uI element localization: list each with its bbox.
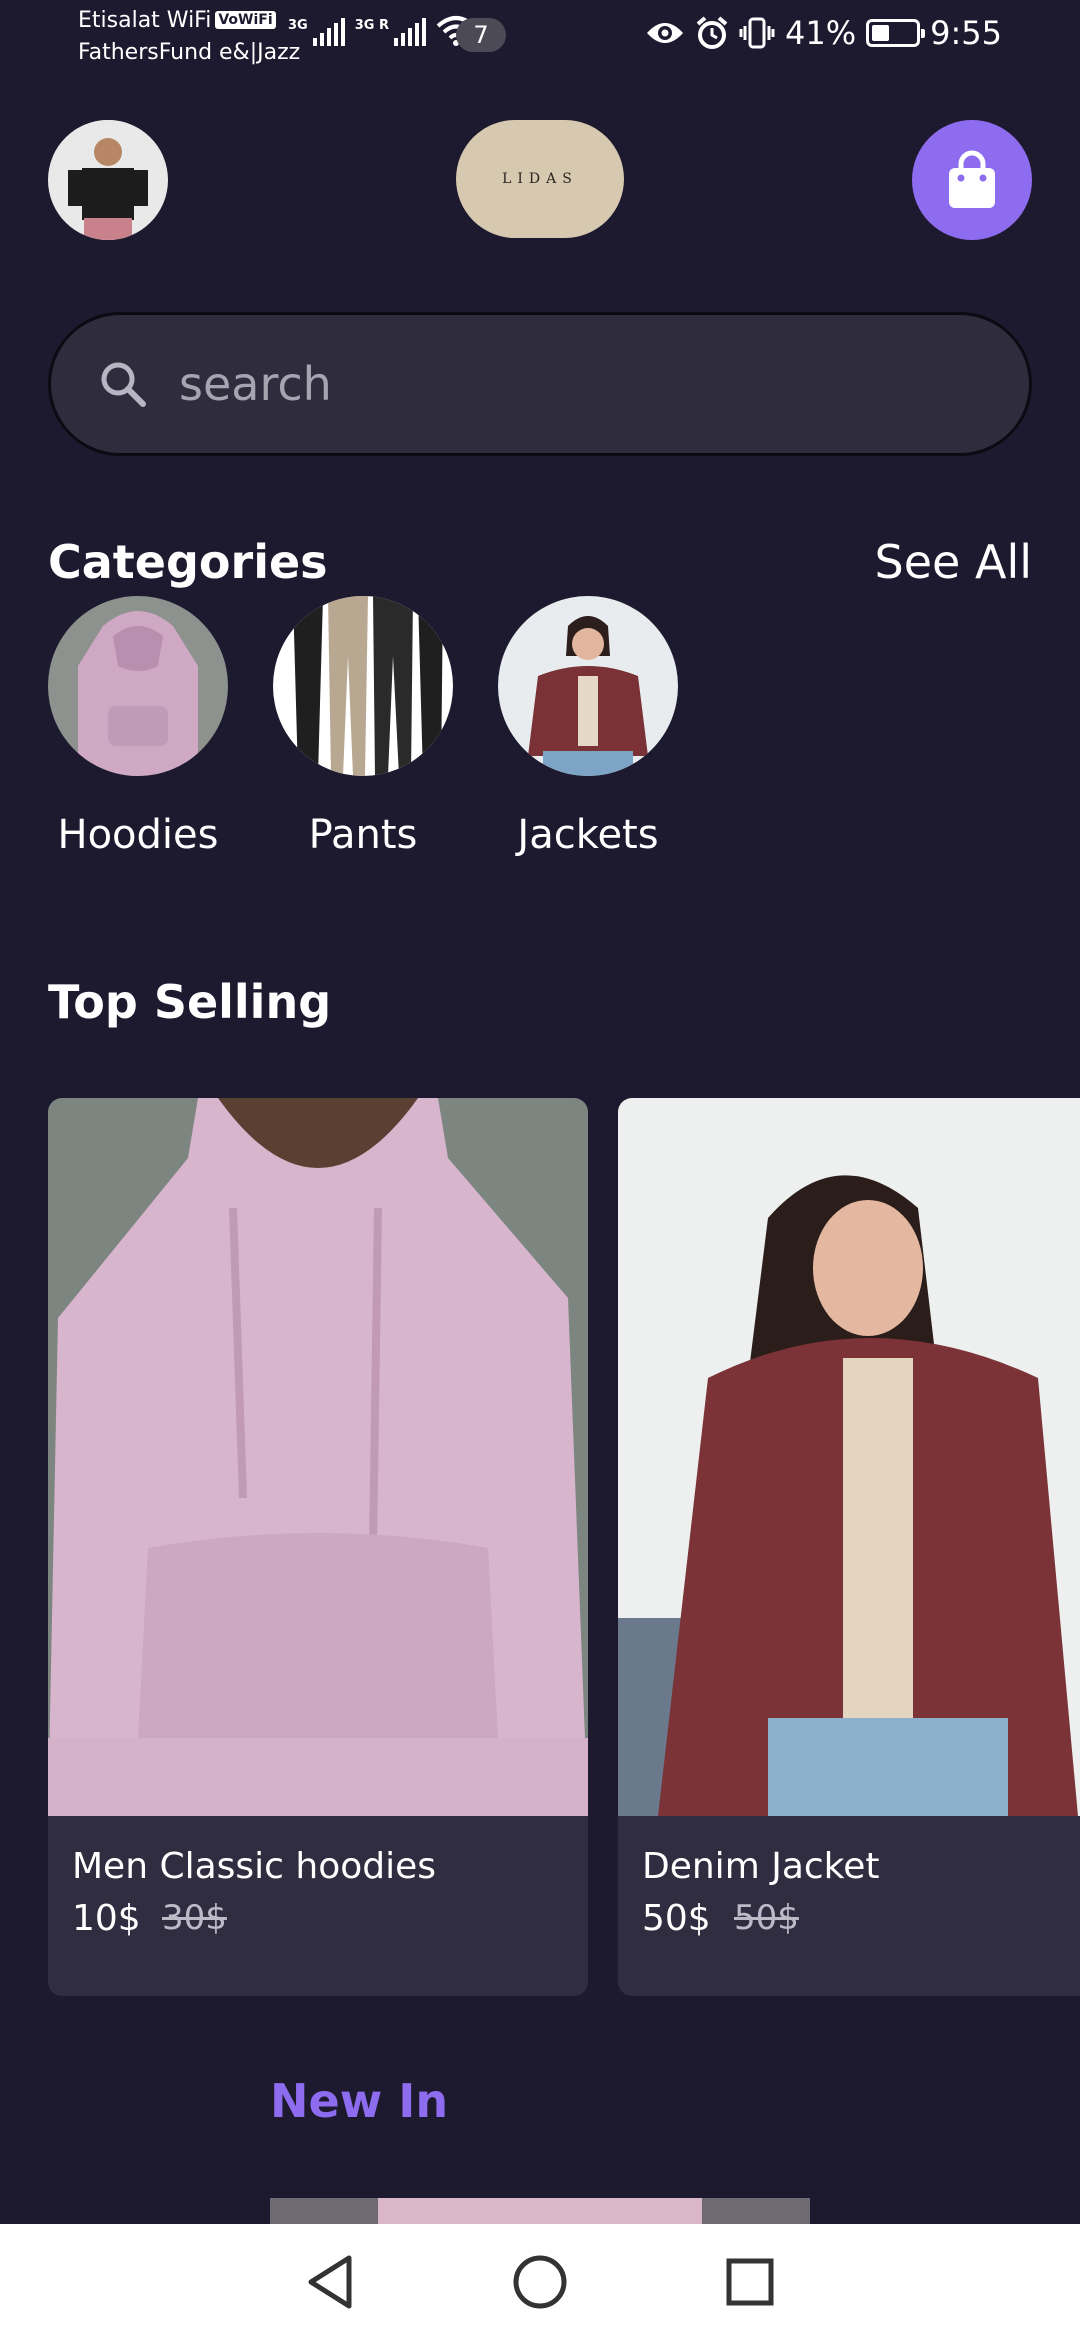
top-selling-title: Top Selling	[48, 975, 332, 1029]
category-label: Hoodies	[57, 812, 219, 858]
search-input[interactable]	[179, 357, 1029, 411]
new-in-title: New In	[270, 2074, 449, 2128]
product-price: 50$	[642, 1898, 711, 1939]
recents-button[interactable]	[720, 2252, 780, 2312]
carrier-1: Etisalat WiFi VoWiFi	[78, 8, 276, 33]
avatar[interactable]	[48, 120, 168, 240]
vowifi-badge: VoWiFi	[215, 11, 276, 29]
carrier-name-2: FathersFund e&|Jazz	[78, 40, 301, 65]
product-price: 10$	[72, 1898, 141, 1939]
product-card[interactable]: Men Classic hoodies 10$ 30$	[48, 1098, 588, 1996]
recents-icon	[726, 2258, 774, 2306]
system-nav-bar	[0, 2224, 1080, 2340]
home-icon	[513, 2255, 567, 2309]
product-image-jacket	[618, 1098, 1080, 1816]
back-icon	[308, 2255, 352, 2309]
back-button[interactable]	[300, 2252, 360, 2312]
battery-icon	[866, 19, 926, 47]
product-image-hoodie	[48, 1098, 588, 1816]
product-name: Men Classic hoodies	[72, 1846, 437, 1887]
notification-count-badge: 7	[456, 18, 506, 52]
jacket-image	[498, 596, 678, 776]
eye-icon	[647, 23, 684, 43]
clock: 9:55	[930, 14, 1002, 52]
cellular-signal-icon: 3G R	[355, 18, 426, 46]
cellular-signal-icon: 3G	[288, 18, 345, 46]
category-pants[interactable]: Pants	[273, 596, 453, 858]
status-right: 41% 9:55	[645, 14, 1002, 52]
brand-logo: LIDAS	[456, 120, 624, 238]
category-hoodies[interactable]: Hoodies	[48, 596, 228, 858]
product-name: Denim Jacket	[642, 1846, 880, 1887]
pants-image	[273, 596, 453, 776]
battery-level-fill	[872, 25, 890, 41]
search-icon	[101, 362, 146, 407]
carrier-name-1: Etisalat WiFi	[78, 8, 212, 33]
see-all-link[interactable]: See All	[875, 535, 1032, 589]
avatar-image	[48, 120, 168, 240]
product-old-price: 50$	[734, 1898, 799, 1938]
signal-type-label: 3G R	[354, 18, 389, 33]
shopping-bag-icon	[949, 150, 995, 208]
vibrate-icon	[739, 17, 775, 49]
category-label: Jackets	[517, 812, 659, 858]
product-old-price: 30$	[162, 1898, 227, 1938]
hoodie-image	[48, 596, 228, 776]
search-bar[interactable]	[48, 312, 1032, 456]
category-label: Pants	[308, 812, 418, 858]
categories-title: Categories	[48, 535, 328, 589]
battery-percent: 41%	[785, 14, 857, 52]
alarm-icon	[696, 16, 728, 49]
signal-type-label: 3G	[288, 18, 308, 33]
category-jackets[interactable]: Jackets	[498, 596, 678, 858]
status-bar: Etisalat WiFi VoWiFi FathersFund e&|Jazz …	[0, 0, 1080, 72]
signal-indicators: 3G 3G R	[288, 14, 476, 46]
home-button[interactable]	[510, 2252, 570, 2312]
product-card[interactable]: Denim Jacket 50$ 50$	[618, 1098, 1080, 1996]
cart-button[interactable]	[912, 120, 1032, 240]
